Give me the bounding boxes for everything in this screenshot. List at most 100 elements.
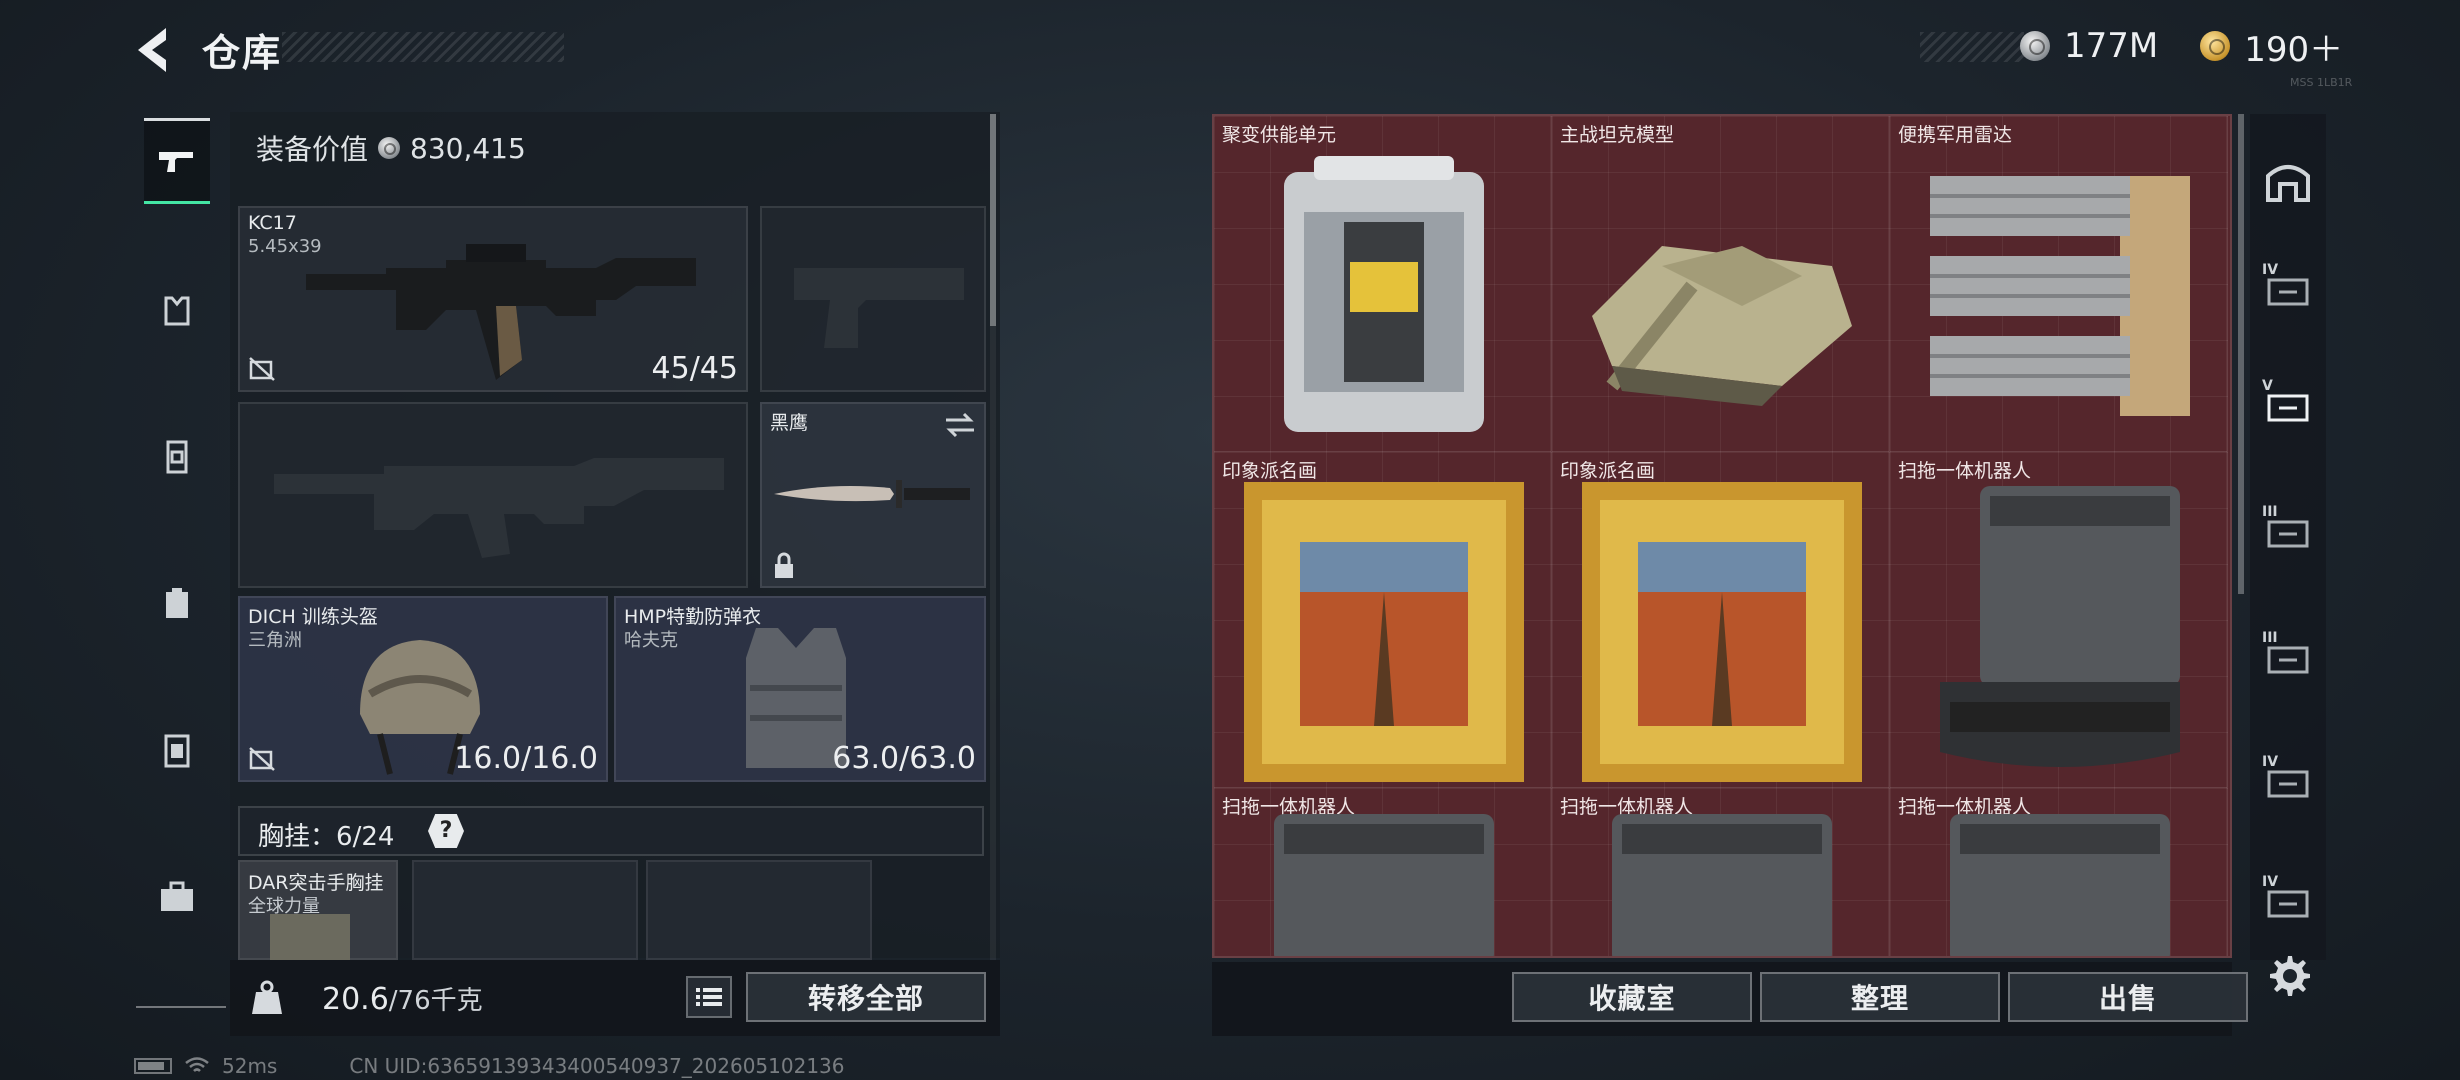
silver-coin-icon	[2020, 31, 2050, 61]
chest-rig-label: 胸挂：	[258, 822, 337, 852]
equipment-value-amount: 830,415	[410, 131, 526, 165]
sell-button[interactable]: 出售	[2008, 972, 2248, 1022]
tab-storage-4c[interactable]: IV	[2262, 874, 2314, 926]
chest-rig-item-slot[interactable]: DAR突击手胸挂 全球力量	[238, 860, 398, 960]
settings-gear-icon[interactable]	[2264, 952, 2312, 1000]
tab-roman-label: IV	[2262, 874, 2279, 890]
storage-item-label: 印象派名画	[1222, 460, 1318, 482]
storage-item[interactable]: 印象派名画	[1214, 452, 1552, 788]
weapon-name: KC17	[248, 212, 297, 234]
currency-stripe	[1920, 32, 2024, 62]
rifle-silhouette-icon	[274, 458, 724, 558]
chest-rig-total: 24	[361, 822, 395, 852]
backpack-icon	[166, 588, 188, 618]
no-insurance-icon	[249, 357, 275, 381]
weight-readout: 20.6/76千克	[322, 980, 483, 1017]
chest-rig-item-name: DAR突击手胸挂	[248, 872, 384, 894]
no-insurance-icon	[249, 747, 275, 771]
storage-item[interactable]: 印象派名画	[1552, 452, 1890, 788]
equipment-category-tabs	[132, 108, 226, 1008]
user-uid: CN UID:636591393434005409​37_20260510213…	[349, 1054, 845, 1078]
equipment-value-label: 装备价值	[256, 133, 369, 166]
tab-storage-4[interactable]: IV	[2262, 262, 2314, 314]
tab-safe-box[interactable]	[144, 708, 210, 794]
robot-vacuum-icon	[1274, 814, 1494, 956]
equipment-scroll-thumb[interactable]	[990, 114, 996, 326]
chest-rig-help-button[interactable]: ?	[428, 814, 464, 848]
storage-item[interactable]: 主战坦克模型	[1552, 116, 1890, 452]
gold-coin-icon	[2200, 31, 2231, 61]
equipment-value: 装备价值 830,415	[256, 128, 526, 168]
assault-rifle-icon	[306, 244, 696, 380]
storage-item[interactable]: 便携军用雷达	[1890, 116, 2228, 452]
robot-vacuum-icon	[1612, 814, 1832, 956]
storage-item-label: 主战坦克模型	[1560, 124, 1675, 146]
tab-chest-rig[interactable]	[144, 414, 210, 500]
tab-backpack[interactable]	[144, 560, 210, 646]
list-view-button[interactable]	[686, 976, 732, 1018]
robot-vacuum-icon	[1950, 814, 2170, 956]
weight-max: /76千克	[388, 986, 483, 1016]
storage-item[interactable]: 扫拖一体机器人	[1552, 788, 1890, 956]
pistol-icon	[159, 152, 193, 172]
melee-name: 黑鹰	[770, 412, 809, 434]
tab-weapon[interactable]	[144, 118, 210, 204]
transfer-all-button[interactable]: 转移全部	[746, 972, 986, 1022]
pistol-slot[interactable]	[760, 206, 986, 392]
tab-armor[interactable]	[144, 268, 210, 354]
gold-currency-amount: 190＋	[2244, 29, 2344, 70]
robot-vacuum-icon	[1940, 486, 2180, 767]
tank-model-icon	[1592, 246, 1852, 406]
chest-rig-used: 6	[336, 822, 353, 852]
list-icon	[696, 988, 722, 1006]
safe-box-icon	[164, 734, 190, 768]
storage-item[interactable]: 扫拖一体机器人	[1214, 788, 1552, 956]
storage-item[interactable]: 扫拖一体机器人	[1890, 788, 2228, 956]
tab-roman-label: IV	[2262, 754, 2279, 770]
storage-category-tabs: IV V III III IV IV	[2250, 114, 2326, 960]
tab-roman-label: III	[2262, 504, 2278, 520]
tab-case[interactable]	[144, 854, 210, 940]
tab-storage-3a[interactable]: III	[2262, 504, 2314, 556]
armor-slot[interactable]: HMP特勤防弹衣 哈夫克 63.0/63.0	[614, 596, 986, 782]
helmet-brand: 三角洲	[248, 630, 302, 651]
status-line: 52ms CN UID:636591393434005409​37_202605…	[134, 1054, 845, 1078]
weight-current: 20.6	[322, 982, 389, 1017]
storage-item[interactable]: 聚变供能单元	[1214, 116, 1552, 452]
back-button[interactable]	[130, 24, 180, 76]
tab-storage-3b[interactable]: III	[2262, 630, 2314, 682]
primary-weapon-slot[interactable]: KC17 5.45x39 45/45	[238, 206, 748, 392]
battery-icon	[134, 1058, 172, 1074]
chest-rig-empty-slot[interactable]	[412, 860, 638, 960]
chest-rig-separator: /	[352, 822, 362, 852]
storage-item-label: 印象派名画	[1560, 460, 1656, 482]
page-title: 仓库	[202, 31, 283, 75]
tab-storage-4b[interactable]: IV	[2262, 754, 2314, 806]
currency-bar: 177M 190＋	[2020, 26, 2343, 70]
tab-roman-label: IV	[2262, 262, 2279, 278]
collection-room-button[interactable]: 收藏室	[1512, 972, 1752, 1022]
chest-rig-empty-slot[interactable]	[646, 860, 872, 960]
wifi-icon	[185, 1057, 209, 1072]
tab-roman-label: III	[2262, 630, 2278, 646]
secondary-weapon-slot[interactable]	[238, 402, 748, 588]
armor-durability: 63.0/63.0	[832, 741, 976, 776]
silver-coin-icon	[378, 137, 401, 159]
melee-slot[interactable]: 黑鹰	[760, 402, 986, 588]
version-code: MSS 1LB1R	[2290, 76, 2353, 89]
tab-storage-all[interactable]	[2262, 154, 2314, 206]
swap-icon[interactable]	[944, 412, 976, 438]
storage-scrollbar[interactable]	[2238, 114, 2244, 594]
storage-item[interactable]: 扫拖一体机器人	[1890, 452, 2228, 788]
fusion-cell-icon	[1284, 156, 1484, 432]
chest-rig-icon	[166, 440, 188, 474]
storage-item-label: 扫拖一体机器人	[1898, 460, 2032, 482]
storage-item-label: 聚变供能单元	[1222, 124, 1337, 146]
briefcase-icon	[161, 881, 193, 911]
organize-button[interactable]: 整理	[1760, 972, 2000, 1022]
helmet-slot[interactable]: DICH 训练头盔 三角洲 16.0/16.0	[238, 596, 608, 782]
tab-storage-5[interactable]: V	[2262, 378, 2314, 430]
chest-rig-capacity: 胸挂：6/24	[258, 816, 394, 853]
armor-brand: 哈夫克	[624, 630, 678, 651]
painting-icon	[1582, 482, 1862, 782]
